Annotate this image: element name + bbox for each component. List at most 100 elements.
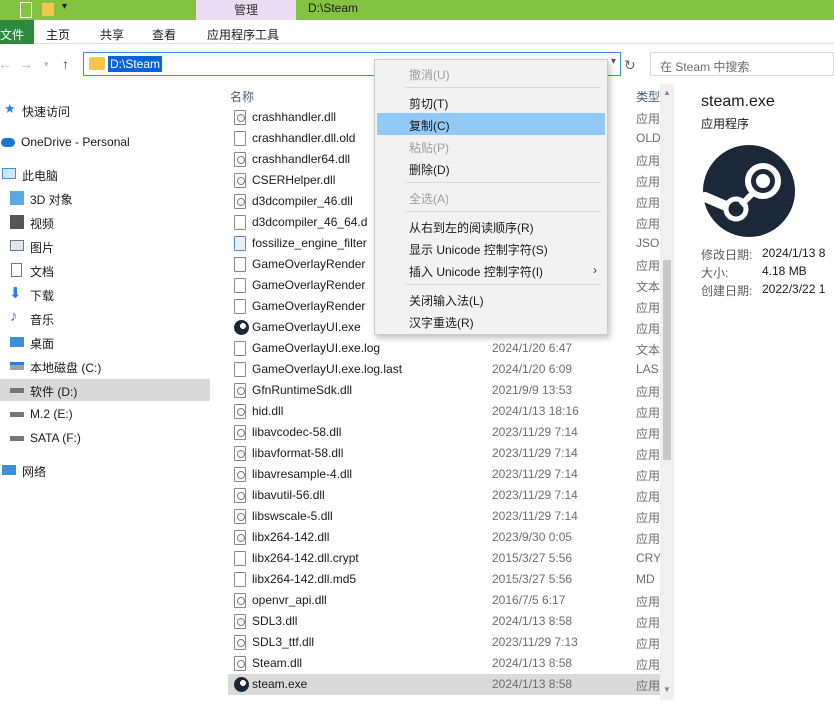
menu-item-select-all[interactable]: 全选(A) (377, 186, 605, 208)
tab-file-label: 文件 (0, 28, 25, 42)
file-name: GameOverlayUI.exe.log.last (252, 362, 403, 376)
tab-home[interactable]: 主页 (46, 26, 70, 43)
quick-access-dropdown-icon[interactable]: ▾ (62, 1, 67, 12)
file-row[interactable]: Steam.dll 2024/1/13 8:58 应用 (228, 653, 660, 674)
file-name: GameOverlayRender (252, 257, 366, 271)
search-placeholder: 在 Steam 中搜索 (660, 60, 750, 74)
nav-pictures[interactable]: 图片 (0, 235, 210, 257)
nav-drive-f[interactable]: SATA (F:) (0, 427, 210, 449)
forward-icon[interactable]: → (19, 56, 33, 72)
file-name: libx264-142.dll.crypt (252, 551, 359, 565)
file-row[interactable]: GameOverlayUI.exe.log.last 2024/1/20 6:09… (228, 359, 660, 380)
file-row[interactable]: GameOverlayUI.exe.log 2024/1/20 6:47 文本 (228, 338, 660, 359)
file-row[interactable]: libavresample-4.dll 2023/11/29 7:14 应用 (228, 464, 660, 485)
file-type: 应用 (636, 427, 661, 441)
file-date: 2023/11/29 7:14 (492, 446, 578, 460)
file-row[interactable]: libavutil-56.dll 2023/11/29 7:14 应用 (228, 485, 660, 506)
scroll-down-icon[interactable]: ▼ (663, 685, 671, 694)
menu-item-reconversion[interactable]: 汉字重选(R) (377, 310, 605, 332)
search-input[interactable]: 在 Steam 中搜索 (650, 52, 834, 76)
file-name: libavcodec-58.dll (252, 425, 342, 439)
file-row[interactable]: openvr_api.dll 2016/7/5 6:17 应用 (228, 590, 660, 611)
nav-drive-d[interactable]: 软件 (D:) (0, 379, 210, 401)
window-title: D:\Steam (308, 1, 359, 15)
chevron-down-icon[interactable]: ▾ (611, 56, 616, 67)
menu-item-cut[interactable]: 剪切(T) (377, 91, 605, 113)
nav-onedrive[interactable]: OneDrive - Personal (0, 131, 210, 153)
file-type: MD (636, 572, 655, 586)
file-row[interactable]: hid.dll 2024/1/13 18:16 应用 (228, 401, 660, 422)
file-row[interactable]: libavcodec-58.dll 2023/11/29 7:14 应用 (228, 422, 660, 443)
file-name: libswscale-5.dll (252, 509, 333, 523)
file-row[interactable]: libx264-142.dll.md5 2015/3/27 5:56 MD (228, 569, 660, 590)
drive-icon (10, 436, 24, 441)
file-icon (234, 278, 246, 293)
refresh-icon[interactable]: ↻ (624, 57, 636, 74)
recent-dropdown-icon[interactable]: ▾ (44, 59, 49, 70)
file-type: 应用 (636, 532, 661, 546)
tab-view[interactable]: 查看 (152, 26, 176, 43)
file-name: d3dcompiler_46.dll (252, 194, 353, 208)
file-row[interactable]: libavformat-58.dll 2023/11/29 7:14 应用 (228, 443, 660, 464)
address-path[interactable]: D:\Steam (108, 56, 163, 72)
vertical-scrollbar[interactable]: ▲ ▼ (660, 84, 674, 700)
nav-drive-e[interactable]: M.2 (E:) (0, 403, 210, 425)
file-row[interactable]: SDL3.dll 2024/1/13 8:58 应用 (228, 611, 660, 632)
menu-item-insert-unicode[interactable]: 插入 Unicode 控制字符(I) › (377, 259, 605, 281)
nav-documents[interactable]: 文档 (0, 259, 210, 281)
checkbox-icon[interactable] (20, 2, 32, 18)
menu-item-paste[interactable]: 粘贴(P) (377, 135, 605, 157)
file-type: JSO (636, 236, 660, 250)
picture-icon (10, 240, 24, 251)
scrollbar-thumb[interactable] (663, 260, 671, 460)
menu-item-show-unicode[interactable]: 显示 Unicode 控制字符(S) (377, 237, 605, 259)
cube-icon (10, 191, 24, 205)
menu-item-rtl-reading[interactable]: 从右到左的阅读顺序(R) (377, 215, 605, 237)
file-name: libavresample-4.dll (252, 467, 353, 481)
file-date: 2024/1/13 8:58 (492, 656, 573, 670)
file-date: 2024/1/13 8:58 (492, 677, 573, 691)
file-icon (234, 341, 246, 356)
file-row[interactable]: steam.exe 2024/1/13 8:58 应用 (228, 674, 660, 695)
file-date: 2023/11/29 7:14 (492, 488, 578, 502)
nav-network[interactable]: 网络 (0, 459, 210, 481)
dll-icon (234, 446, 246, 461)
nav-desktop[interactable]: 桌面 (0, 331, 210, 353)
back-icon[interactable]: ← (0, 56, 12, 72)
menu-item-copy[interactable]: 复制(C) (377, 113, 605, 135)
file-name: libavformat-58.dll (252, 446, 344, 460)
cloud-icon (1, 138, 15, 147)
menu-separator (405, 182, 601, 183)
folder-icon[interactable] (42, 3, 54, 16)
menu-item-delete[interactable]: 删除(D) (377, 157, 605, 179)
menu-item-close-ime[interactable]: 关闭输入法(L) (377, 288, 605, 310)
music-icon: ♪ (10, 308, 18, 325)
nav-this-pc[interactable]: 此电脑 (0, 163, 210, 185)
steam-icon (234, 320, 249, 335)
tab-file[interactable]: 文件 (0, 20, 34, 44)
column-header-name[interactable]: 名称 (230, 88, 254, 105)
file-row[interactable]: libx264-142.dll 2023/9/30 0:05 应用 (228, 527, 660, 548)
file-name: libavutil-56.dll (252, 488, 325, 502)
menu-item-undo[interactable]: 撤消(U) (377, 62, 605, 84)
nav-quick-access[interactable]: ★ 快速访问 (0, 99, 210, 121)
file-type: 应用 (636, 406, 661, 420)
file-row[interactable]: libswscale-5.dll 2023/11/29 7:14 应用 (228, 506, 660, 527)
nav-3d-objects[interactable]: 3D 对象 (0, 187, 210, 209)
scroll-up-icon[interactable]: ▲ (663, 88, 671, 97)
nav-downloads[interactable]: ⬇ 下载 (0, 283, 210, 305)
drive-icon (10, 388, 24, 393)
column-header-type[interactable]: 类型 (636, 88, 660, 105)
nav-music[interactable]: ♪ 音乐 (0, 307, 210, 329)
up-icon[interactable]: ↑ (62, 56, 69, 72)
tab-share[interactable]: 共享 (100, 26, 124, 43)
nav-drive-c[interactable]: 本地磁盘 (C:) (0, 355, 210, 377)
file-row[interactable]: libx264-142.dll.crypt 2015/3/27 5:56 CRY (228, 548, 661, 569)
nav-videos[interactable]: 视频 (0, 211, 210, 233)
file-row[interactable]: GfnRuntimeSdk.dll 2021/9/9 13:53 应用 (228, 380, 660, 401)
tab-app-tools[interactable]: 应用程序工具 (207, 26, 279, 43)
file-row[interactable]: SDL3_ttf.dll 2023/11/29 7:13 应用 (228, 632, 660, 653)
file-date: 2024/1/20 6:47 (492, 341, 573, 355)
file-icon (234, 215, 246, 230)
manage-tab-label: 管理 (233, 3, 258, 17)
